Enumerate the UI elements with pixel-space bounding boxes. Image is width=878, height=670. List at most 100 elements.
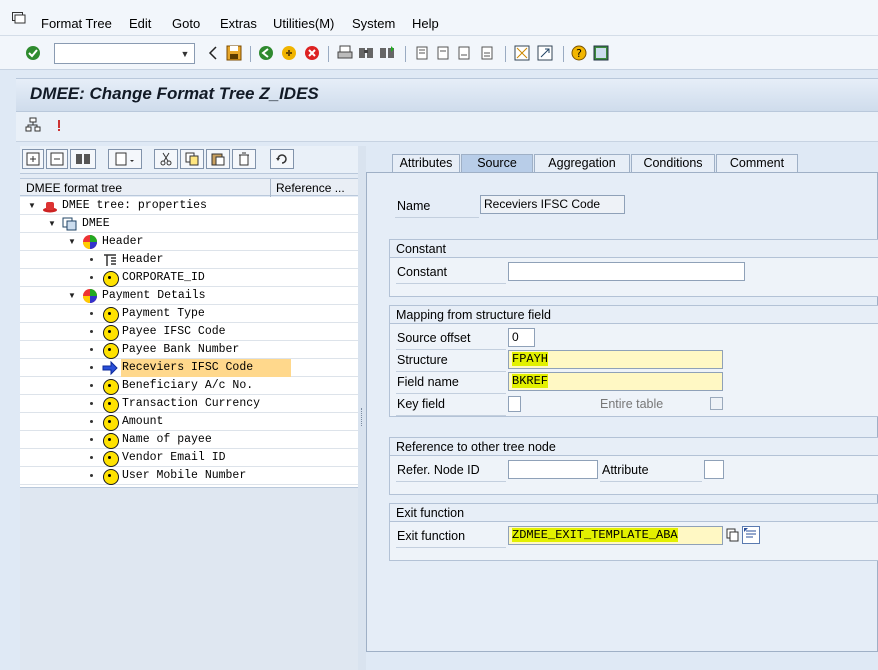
tree-empty-area <box>20 487 358 670</box>
tree-node-transaction-currency[interactable]: Transaction Currency <box>20 395 358 413</box>
constant-label: Constant <box>397 265 448 279</box>
tree-node-amount[interactable]: Amount <box>20 413 358 431</box>
find-next-icon[interactable] <box>378 44 396 62</box>
hierarchy-icon[interactable] <box>24 116 42 134</box>
tree-node-label: Header <box>122 253 164 266</box>
expand-down-icon[interactable]: ▼ <box>68 291 76 300</box>
tree-node-properties[interactable]: ▼ DMEE tree: properties <box>20 197 358 215</box>
column-reference[interactable]: Reference ... <box>276 181 345 195</box>
help-icon[interactable]: ? <box>570 44 588 62</box>
tree-node-dmee[interactable]: ▼ DMEE <box>20 215 358 233</box>
refresh-icon[interactable] <box>270 149 294 169</box>
name-field[interactable]: Receviers IFSC Code <box>480 195 625 214</box>
element-icon <box>103 271 119 287</box>
chevron-down-icon[interactable]: ▼ <box>176 44 194 63</box>
tree-panel: DMEE format tree Reference ... ▼ DMEE tr… <box>20 146 358 670</box>
edit-function-icon[interactable] <box>742 526 760 544</box>
menu-edit[interactable]: Edit <box>129 16 151 31</box>
source-offset-input[interactable]: 0 <box>508 328 535 347</box>
tab-content-source: Name Receviers IFSC Code Constant Consta… <box>366 172 878 652</box>
next-page-icon[interactable] <box>455 44 473 62</box>
tree-node-payment-details[interactable]: ▼ Payment Details <box>20 287 358 305</box>
arrow-right-icon <box>102 360 118 376</box>
delete-icon[interactable] <box>232 149 256 169</box>
create-node-icon[interactable] <box>108 149 142 169</box>
menu-format-tree[interactable]: Format Tree <box>41 16 112 31</box>
tree-node-label: Payee IFSC Code <box>122 325 226 338</box>
tab-comment[interactable]: Comment <box>716 154 798 172</box>
tree-node-receviers-ifsc-code[interactable]: Receviers IFSC Code <box>20 359 358 377</box>
print-icon[interactable] <box>336 44 354 62</box>
tab-attributes[interactable]: Attributes <box>392 154 460 172</box>
field-name-input[interactable]: BKREF <box>508 372 723 391</box>
tree-node-user-mobile-number[interactable]: User Mobile Number <box>20 467 358 485</box>
refer-node-id-label: Refer. Node ID <box>397 463 480 477</box>
exit-function-input[interactable]: ZDMEE_EXIT_TEMPLATE_ABA <box>508 526 723 545</box>
column-dmee-format-tree[interactable]: DMEE format tree <box>26 181 122 195</box>
new-session-icon[interactable] <box>513 44 531 62</box>
back-arrow-icon[interactable] <box>204 44 222 62</box>
application-toolbar <box>16 112 878 142</box>
attribute-input[interactable] <box>704 460 724 479</box>
exit-function-label: Exit function <box>397 529 466 543</box>
save-icon[interactable] <box>225 44 243 62</box>
tree-column-header: DMEE format tree Reference ... <box>20 178 358 197</box>
cut-icon[interactable] <box>154 149 178 169</box>
command-field[interactable]: ▼ <box>54 43 195 64</box>
menu-utilities[interactable]: Utilities(M) <box>273 16 334 31</box>
entire-table-checkbox[interactable] <box>710 397 723 410</box>
tree-node-name-of-payee[interactable]: Name of payee <box>20 431 358 449</box>
element-icon <box>103 469 119 485</box>
menu-extras[interactable]: Extras <box>220 16 257 31</box>
tab-source[interactable]: Source <box>461 154 533 173</box>
collapse-all-icon[interactable] <box>46 149 68 169</box>
refer-node-id-input[interactable] <box>508 460 598 479</box>
menu-system[interactable]: System <box>352 16 395 31</box>
segment-pie-icon <box>83 235 97 249</box>
last-page-icon[interactable] <box>478 44 496 62</box>
tree-node-beneficiary-ac-no[interactable]: Beneficiary A/c No. <box>20 377 358 395</box>
entire-table-label: Entire table <box>600 397 664 411</box>
source-offset-label: Source offset <box>397 331 471 345</box>
title-bar: DMEE: Change Format Tree Z_IDES <box>16 78 878 112</box>
panel-splitter[interactable] <box>358 146 366 670</box>
menu-help[interactable]: Help <box>412 16 439 31</box>
tree-node-payment-type[interactable]: Payment Type <box>20 305 358 323</box>
first-page-icon[interactable] <box>413 44 431 62</box>
copy-icon[interactable] <box>180 149 204 169</box>
tree-node-payee-ifsc-code[interactable]: Payee IFSC Code <box>20 323 358 341</box>
shortcut-icon[interactable] <box>536 44 554 62</box>
enter-check-icon[interactable] <box>24 44 42 62</box>
tab-conditions[interactable]: Conditions <box>631 154 715 172</box>
copy-icon[interactable] <box>726 528 740 542</box>
menu-bar: Format Tree Edit Goto Extras Utilities(M… <box>0 0 878 36</box>
tree-node-label: CORPORATE_ID <box>122 271 205 284</box>
technical-info-icon[interactable] <box>50 116 68 134</box>
expand-down-icon[interactable]: ▼ <box>68 237 76 246</box>
expand-down-icon[interactable]: ▼ <box>28 201 36 210</box>
menu-goto[interactable]: Goto <box>172 16 200 31</box>
find-icon[interactable] <box>357 44 375 62</box>
page-title: DMEE: Change Format Tree Z_IDES <box>30 84 319 103</box>
paste-icon[interactable] <box>206 149 230 169</box>
key-field-checkbox[interactable] <box>508 396 521 412</box>
app-menu-icon[interactable] <box>12 12 26 24</box>
expand-down-icon[interactable]: ▼ <box>48 219 56 228</box>
tree-node-header-segment[interactable]: ▼ Header <box>20 233 358 251</box>
tree-node-header-element[interactable]: Header <box>20 251 358 269</box>
tree-node-corporate-id[interactable]: CORPORATE_ID <box>20 269 358 287</box>
layout-menu-icon[interactable] <box>592 44 610 62</box>
element-icon <box>103 343 119 359</box>
cancel-red-icon[interactable] <box>303 44 321 62</box>
group-title-reference: Reference to other tree node <box>390 438 878 456</box>
find-tree-icon[interactable] <box>70 149 96 169</box>
tree-node-vendor-email-id[interactable]: Vendor Email ID <box>20 449 358 467</box>
tab-aggregation[interactable]: Aggregation <box>534 154 630 172</box>
exit-yellow-icon[interactable] <box>280 44 298 62</box>
prev-page-icon[interactable] <box>434 44 452 62</box>
constant-input[interactable] <box>508 262 745 281</box>
back-green-icon[interactable] <box>257 44 275 62</box>
tree-node-payee-bank-number[interactable]: Payee Bank Number <box>20 341 358 359</box>
structure-input[interactable]: FPAYH <box>508 350 723 369</box>
expand-all-icon[interactable] <box>22 149 44 169</box>
